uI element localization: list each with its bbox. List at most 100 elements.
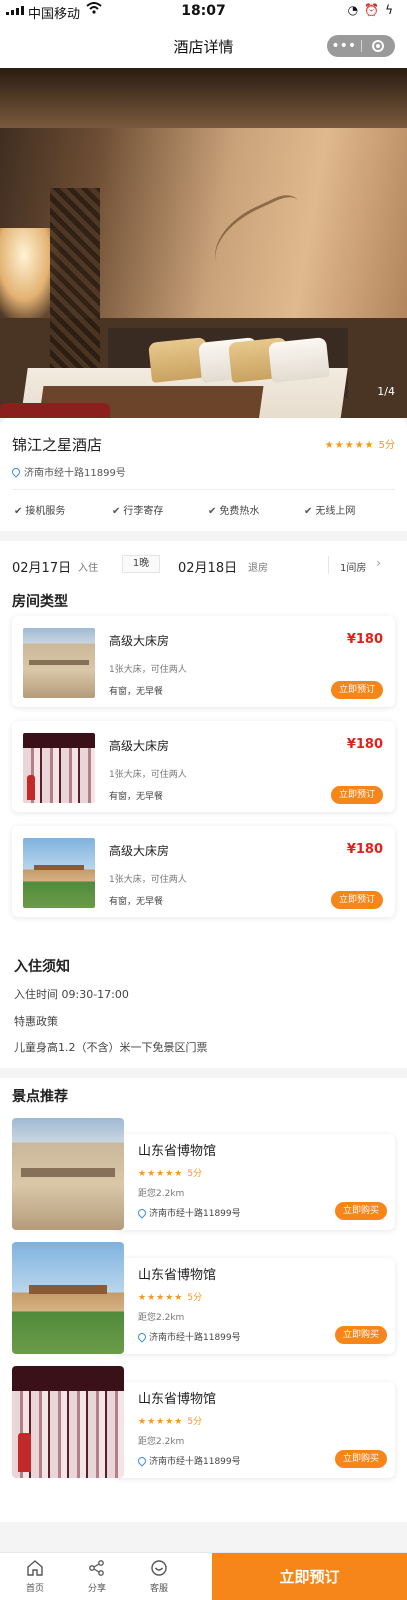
attraction-name: 山东省博物馆 <box>138 1392 217 1407</box>
location-pin-icon <box>136 1206 148 1219</box>
battery-charging-icon: ϟ <box>385 3 399 17</box>
attraction-card[interactable]: 山东省博物馆 ★★★★★ 5分 距您2.2km 济南市经十路11899号 立即购买 <box>12 1366 395 1478</box>
attraction-address: 济南市经十路11899号 <box>136 1454 241 1467</box>
tab-service-label: 客服 <box>149 1584 168 1594</box>
room-bed-info: 1张大床，可住两人 <box>109 770 187 780</box>
tab-home-label: 首页 <box>25 1584 44 1594</box>
status-icons: ◔⏰ϟ <box>348 3 399 17</box>
checkout-date[interactable]: 02月18日 <box>178 557 237 576</box>
room-card[interactable]: 高级大床房 1张大床，可住两人 有窗，无早餐 ¥180 立即预订 <box>12 616 395 707</box>
tab-home[interactable]: 首页 <box>10 1559 60 1594</box>
buy-ticket-button[interactable]: 立即购买 <box>335 1450 387 1468</box>
hotel-rating: ★★★★★ 5分 <box>325 436 395 451</box>
room-card[interactable]: 高级大床房 1张大床，可住两人 有窗，无早餐 ¥180 立即预订 <box>12 721 395 812</box>
nights-badge: 1晚 <box>122 555 160 573</box>
status-bar: 中国移动 18:07 ◔⏰ϟ <box>0 0 407 22</box>
room-price: ¥180 <box>346 632 383 647</box>
book-now-button[interactable]: 立即预订 <box>212 1553 407 1600</box>
room-name: 高级大床房 <box>109 739 170 753</box>
check-icon: ✔ <box>112 506 121 517</box>
attraction-rating: ★★★★★ 5分 <box>138 1417 203 1427</box>
more-options-icon[interactable]: ••• <box>327 35 361 57</box>
clock: 18:07 <box>181 3 226 19</box>
tab-share[interactable]: 分享 <box>72 1559 122 1594</box>
amenity-wifi: ✔ 无线上网 <box>304 506 356 517</box>
room-price: ¥180 <box>346 737 383 752</box>
attraction-rating: ★★★★★ 5分 <box>138 1169 203 1179</box>
checkin-label: 入住 <box>78 563 98 574</box>
attraction-name: 山东省博物馆 <box>138 1268 217 1283</box>
divider <box>328 556 329 574</box>
attraction-address: 济南市经十路11899号 <box>136 1206 241 1219</box>
carousel-counter: 1/4 <box>377 385 395 398</box>
room-thumbnail <box>23 628 95 698</box>
checkin-time: 入住时间 09:30-17:00 <box>14 988 129 1001</box>
book-room-button[interactable]: 立即预订 <box>331 681 383 699</box>
orientation-lock-icon: ◔ <box>347 3 365 17</box>
customer-service-icon <box>134 1559 184 1579</box>
check-icon: ✔ <box>208 506 217 517</box>
child-policy: 儿童身高1.2（不含）米一下免景区门票 <box>14 1041 208 1054</box>
room-types-title: 房间类型 <box>12 594 68 610</box>
hotel-photo-carousel[interactable]: 1/4 <box>0 68 407 418</box>
amenity-hot-water: ✔ 免费热水 <box>208 506 260 517</box>
amenity-airport-pickup: ✔ 接机服务 <box>14 506 66 517</box>
attraction-distance: 距您2.2km <box>138 1437 185 1447</box>
location-pin-icon <box>136 1330 148 1343</box>
checkin-date[interactable]: 02月17日 <box>12 557 71 576</box>
close-mini-program-icon[interactable] <box>362 40 396 52</box>
alarm-icon: ⏰ <box>364 3 386 17</box>
room-thumbnail <box>23 733 95 803</box>
star-rating-icon: ★★★★★ <box>138 1169 184 1179</box>
attraction-distance: 距您2.2km <box>138 1189 185 1199</box>
hotel-score: 5分 <box>378 440 395 451</box>
tab-share-label: 分享 <box>87 1584 106 1594</box>
star-rating-icon: ★★★★★ <box>138 1293 184 1303</box>
room-bed-info: 1张大床，可住两人 <box>109 875 187 885</box>
room-count[interactable]: 1间房 <box>340 559 366 574</box>
location-pin-icon <box>136 1454 148 1467</box>
attraction-card[interactable]: 山东省博物馆 ★★★★★ 5分 距您2.2km 济南市经十路11899号 立即购买 <box>12 1242 395 1354</box>
location-pin-icon <box>10 465 22 478</box>
check-icon: ✔ <box>14 506 23 517</box>
attraction-name: 山东省博物馆 <box>138 1144 217 1159</box>
attraction-thumbnail <box>12 1118 124 1230</box>
mini-program-capsule: ••• <box>327 35 395 57</box>
attractions-section: 景点推荐 山东省博物馆 ★★★★★ 5分 距您2.2km 济南市经十路11899号… <box>0 1078 407 1522</box>
navigation-bar: 酒店详情 ••• <box>0 22 407 68</box>
buy-ticket-button[interactable]: 立即购买 <box>335 1326 387 1344</box>
home-icon <box>10 1559 60 1579</box>
room-types-section: 房间类型 高级大床房 1张大床，可住两人 有窗，无早餐 ¥180 立即预订 高级… <box>0 589 407 946</box>
divider <box>12 489 395 490</box>
attraction-thumbnail <box>12 1242 124 1354</box>
attraction-address: 济南市经十路11899号 <box>136 1330 241 1343</box>
attraction-thumbnail <box>12 1366 124 1478</box>
chevron-right-icon[interactable]: › <box>376 556 381 570</box>
bottom-action-bar: 首页 分享 客服 立即预订 <box>0 1552 407 1600</box>
star-rating-icon: ★★★★★ <box>138 1417 184 1427</box>
hotel-info-card: 锦江之星酒店 ★★★★★ 5分 济南市经十路11899号 ✔ 接机服务 ✔ 行李寄存 … <box>0 418 407 531</box>
buy-ticket-button[interactable]: 立即购买 <box>335 1202 387 1220</box>
hotel-address[interactable]: 济南市经十路11899号 <box>10 464 126 479</box>
room-bed-info: 1张大床，可住两人 <box>109 665 187 675</box>
checkin-notice-section: 入住须知 入住时间 09:30-17:00 特惠政策 儿童身高1.2（不含）米一… <box>0 946 407 1068</box>
attractions-title: 景点推荐 <box>12 1089 68 1105</box>
room-price: ¥180 <box>346 842 383 857</box>
checkout-label: 退房 <box>248 563 268 574</box>
room-window-info: 有窗，无早餐 <box>109 897 164 907</box>
star-rating-icon: ★★★★★ <box>324 440 375 451</box>
hotel-name: 锦江之星酒店 <box>12 436 103 454</box>
attraction-rating: ★★★★★ 5分 <box>138 1293 203 1303</box>
book-room-button[interactable]: 立即预订 <box>331 891 383 909</box>
room-name: 高级大床房 <box>109 634 170 648</box>
share-icon <box>72 1559 122 1579</box>
stay-date-selector[interactable]: 02月17日 入住 1晚 02月18日 退房 1间房 › <box>0 541 407 589</box>
room-window-info: 有窗，无早餐 <box>109 792 164 802</box>
room-name: 高级大床房 <box>109 844 170 858</box>
attraction-distance: 距您2.2km <box>138 1313 185 1323</box>
room-window-info: 有窗，无早餐 <box>109 687 164 697</box>
attraction-card[interactable]: 山东省博物馆 ★★★★★ 5分 距您2.2km 济南市经十路11899号 立即购买 <box>12 1118 395 1230</box>
book-room-button[interactable]: 立即预订 <box>331 786 383 804</box>
tab-customer-service[interactable]: 客服 <box>134 1559 184 1594</box>
room-card[interactable]: 高级大床房 1张大床，可住两人 有窗，无早餐 ¥180 立即预订 <box>12 826 395 917</box>
